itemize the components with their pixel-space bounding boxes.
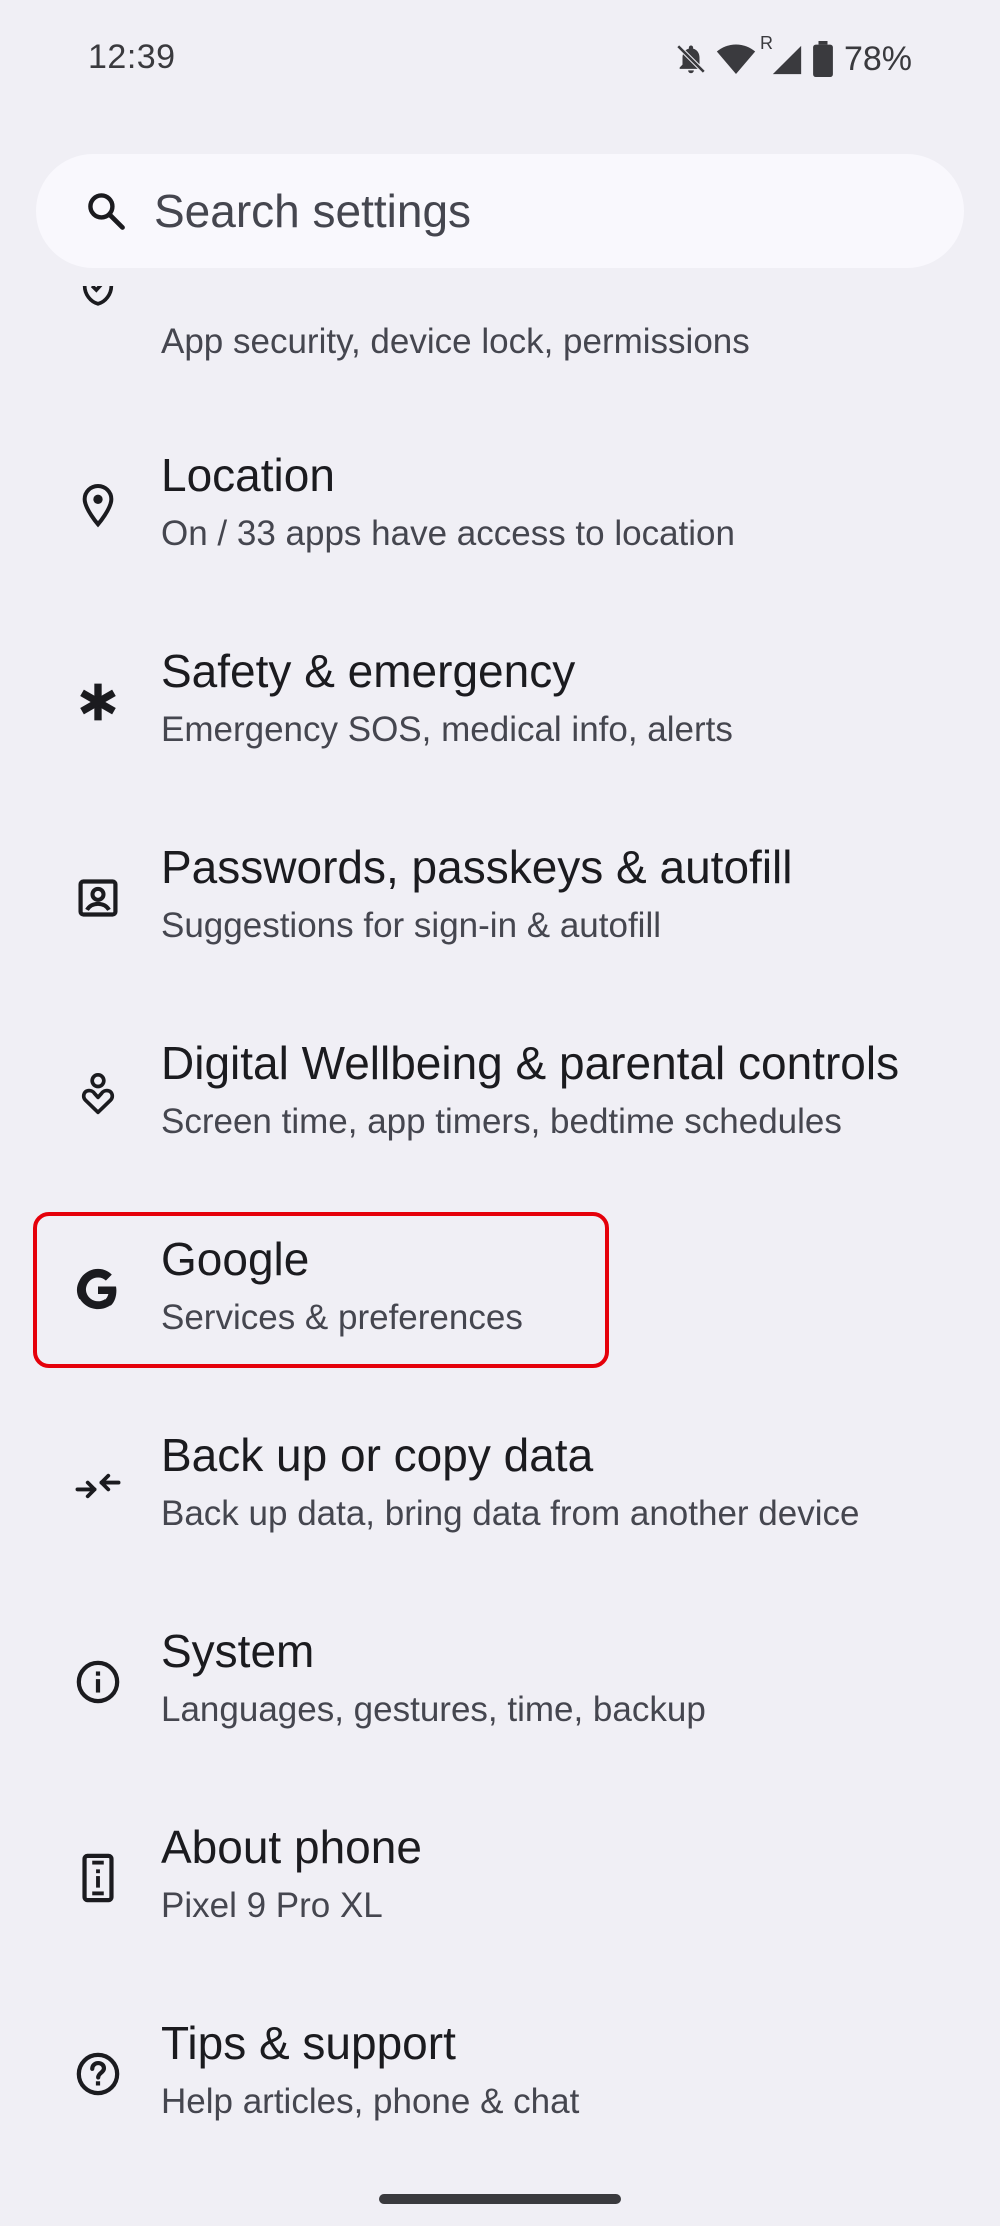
settings-item-tips-support[interactable]: Tips & support Help articles, phone & ch… — [0, 1976, 1000, 2172]
settings-item-subtitle: On / 33 apps have access to location — [161, 514, 735, 553]
settings-item-subtitle: Screen time, app timers, bedtime schedul… — [161, 1102, 842, 1141]
wellbeing-icon — [72, 1068, 124, 1120]
roaming-label: R — [759, 33, 773, 53]
mute-icon — [674, 42, 708, 76]
settings-item-title: Safety & emergency — [161, 645, 576, 697]
settings-item-system[interactable]: System Languages, gestures, time, backup — [0, 1584, 1000, 1780]
location-pin-icon — [72, 480, 124, 532]
settings-item-location[interactable]: Location On / 33 apps have access to loc… — [0, 408, 1000, 604]
status-time: 12:39 — [88, 38, 176, 76]
settings-item-title: Location — [161, 449, 335, 501]
settings-item-subtitle: App security, device lock, permissions — [161, 322, 750, 361]
signal-roaming-icon: R — [760, 33, 804, 77]
wifi-icon — [716, 42, 756, 76]
settings-item-subtitle: Back up data, bring data from another de… — [161, 1494, 860, 1533]
backup-arrows-icon — [72, 1460, 124, 1512]
settings-item-subtitle: Help articles, phone & chat — [161, 2082, 580, 2121]
settings-item-title: About phone — [161, 1821, 422, 1873]
search-placeholder: Search settings — [154, 185, 472, 237]
settings-item-passwords[interactable]: Passwords, passkeys & autofill Suggestio… — [0, 800, 1000, 996]
help-icon — [72, 2048, 124, 2100]
search-icon — [84, 189, 128, 233]
settings-item-title: System — [161, 1625, 315, 1677]
settings-item-about-phone[interactable]: About phone Pixel 9 Pro XL — [0, 1780, 1000, 1976]
account-box-icon — [72, 872, 124, 924]
settings-item-subtitle: Emergency SOS, medical info, alerts — [161, 710, 733, 749]
info-icon — [72, 1656, 124, 1708]
security-privacy-icon — [72, 286, 124, 316]
settings-item-subtitle: Suggestions for sign-in & autofill — [161, 906, 661, 945]
settings-item-title: Tips & support — [161, 2017, 456, 2069]
settings-item-digital-wellbeing[interactable]: Digital Wellbeing & parental controls Sc… — [0, 996, 1000, 1192]
settings-item-backup[interactable]: Back up or copy data Back up data, bring… — [0, 1388, 1000, 1584]
battery-icon — [812, 41, 834, 77]
phone-info-icon — [72, 1852, 124, 1904]
asterisk-icon — [72, 676, 124, 728]
search-bar[interactable]: Search settings — [36, 154, 964, 268]
settings-item-title: Passwords, passkeys & autofill — [161, 841, 793, 893]
battery-percent: 78% — [843, 39, 912, 78]
settings-item-subtitle: Pixel 9 Pro XL — [161, 1886, 383, 1925]
home-indicator[interactable] — [379, 2194, 621, 2204]
settings-item-subtitle: Languages, gestures, time, backup — [161, 1690, 706, 1729]
settings-item-title: Back up or copy data — [161, 1429, 594, 1481]
status-icons: R 78% — [674, 33, 912, 80]
settings-item-security-privacy[interactable]: App security, device lock, permissions — [0, 272, 1000, 372]
settings-item-safety-emergency[interactable]: Safety & emergency Emergency SOS, medica… — [0, 604, 1000, 800]
settings-item-title: Digital Wellbeing & parental controls — [161, 1037, 900, 1089]
highlight-box — [33, 1212, 609, 1368]
status-bar: 12:39 R 78% — [0, 0, 1000, 110]
